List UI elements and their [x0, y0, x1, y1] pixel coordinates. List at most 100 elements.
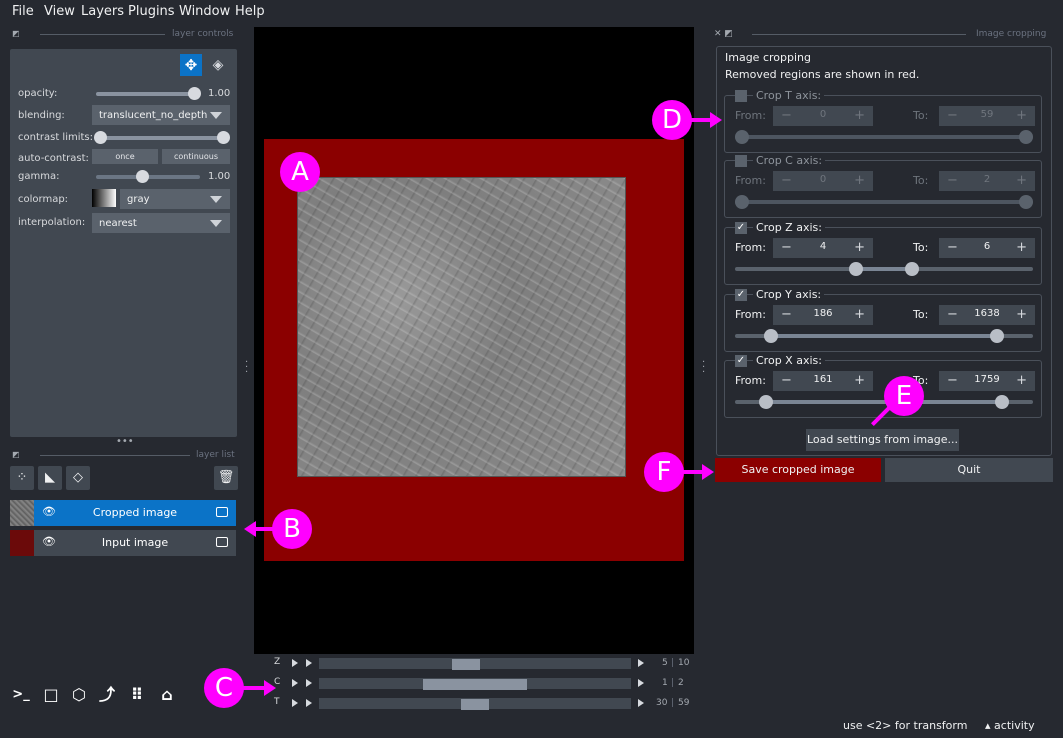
viewer-canvas[interactable] [254, 27, 694, 654]
menu-file[interactable]: File [12, 4, 34, 19]
from-spinbox[interactable]: −186 + [773, 305, 873, 325]
activity-button[interactable]: ▴ activity [985, 719, 1035, 732]
step-forward-icon[interactable] [638, 659, 644, 667]
crop-axis-checkbox[interactable]: ✓ [735, 222, 747, 234]
layer-row-cropped[interactable]: 👁 Cropped image [10, 500, 236, 526]
from-label: From: [735, 109, 766, 122]
new-points-icon[interactable]: ⁘ [10, 466, 34, 490]
range-knob-high[interactable] [990, 329, 1005, 343]
float-icon[interactable]: ◩ [12, 29, 22, 39]
range-knob-high[interactable] [995, 395, 1010, 409]
menu-plugins[interactable]: Plugins [128, 4, 175, 19]
plus-icon[interactable]: + [854, 240, 865, 255]
transform-icon[interactable]: ◈ [207, 54, 229, 76]
dim-thumb[interactable] [451, 659, 480, 670]
delete-layer-icon[interactable]: 🗑 [214, 466, 238, 490]
step-forward-icon[interactable] [638, 699, 644, 707]
step-back-icon[interactable] [306, 679, 312, 687]
step-back-icon[interactable] [306, 659, 312, 667]
interpolation-select[interactable]: nearest [92, 213, 230, 233]
crop-axis-checkbox[interactable]: ✓ [735, 289, 747, 301]
colormap-select[interactable]: gray [120, 189, 230, 209]
pan-zoom-icon[interactable]: ✥ [180, 54, 202, 76]
to-spinbox[interactable]: −6 + [939, 238, 1035, 258]
from-spinbox[interactable]: −0 + [773, 171, 873, 191]
plus-icon[interactable]: + [1016, 307, 1027, 322]
splitter-handle[interactable]: · · · [245, 358, 248, 378]
to-spinbox[interactable]: −1638 + [939, 305, 1035, 325]
transpose-icon[interactable]: ⤴ [96, 684, 118, 706]
annotation-a: A [280, 152, 320, 192]
dim-thumb[interactable] [461, 699, 489, 710]
to-spinbox[interactable]: −1759 + [939, 371, 1035, 391]
menu-help[interactable]: Help [235, 4, 265, 19]
step-back-icon[interactable] [306, 699, 312, 707]
dim-slider-c[interactable]: C 1 | 2 [274, 677, 694, 691]
crop-axis-checkbox[interactable]: ✓ [735, 355, 747, 367]
dim-slider-z[interactable]: Z 5 | 10 [274, 657, 694, 671]
range-knob-low[interactable] [758, 395, 773, 409]
console-icon[interactable]: >_ [10, 684, 32, 706]
range-knob-high[interactable] [1019, 195, 1033, 209]
dim-track[interactable] [319, 678, 631, 690]
contrast-slider[interactable] [98, 136, 224, 140]
menu-view[interactable]: View [44, 4, 75, 19]
range-knob-low[interactable] [735, 195, 749, 209]
dim-slider-t[interactable]: T 30 | 59 [274, 697, 694, 711]
from-spinbox[interactable]: −161 + [773, 371, 873, 391]
roll-icon[interactable]: ⬡ [68, 684, 90, 706]
splitter-handle[interactable]: ••• [116, 436, 134, 447]
range-knob-low[interactable] [735, 130, 749, 144]
plus-icon[interactable]: + [1016, 240, 1027, 255]
play-icon[interactable] [292, 659, 298, 667]
ndisplay-icon[interactable]: □ [40, 684, 62, 706]
to-spinbox[interactable]: −2 + [939, 171, 1035, 191]
crop-axis-checkbox[interactable] [735, 90, 747, 102]
play-icon[interactable] [292, 699, 298, 707]
plus-icon[interactable]: + [854, 108, 865, 123]
menu-layers[interactable]: Layers [81, 4, 124, 19]
opacity-slider[interactable] [96, 92, 200, 96]
float-icon[interactable]: ◩ [12, 450, 20, 459]
range-knob-low[interactable] [763, 329, 778, 343]
new-labels-icon[interactable]: ◇ [66, 466, 90, 490]
from-spinbox[interactable]: −4 + [773, 238, 873, 258]
step-forward-icon[interactable] [638, 679, 644, 687]
from-spinbox[interactable]: −0 + [773, 106, 873, 126]
save-cropped-button[interactable]: Save cropped image [715, 458, 881, 482]
blending-select[interactable]: translucent_no_depth [92, 105, 230, 125]
close-icon[interactable]: ✕ ◩ [714, 29, 733, 39]
load-settings-button[interactable]: Load settings from image... [806, 429, 959, 451]
range-knob-low[interactable] [848, 262, 863, 276]
layer-row-input[interactable]: 👁 Input image [10, 530, 236, 556]
from-label: From: [735, 241, 766, 254]
new-shapes-icon[interactable]: ◣ [38, 466, 62, 490]
contrast-knob-high[interactable] [217, 131, 230, 144]
to-spinbox[interactable]: −59 + [939, 106, 1035, 126]
plus-icon[interactable]: + [854, 173, 865, 188]
continuous-button[interactable]: continuous [162, 149, 230, 164]
crop-axis-checkbox[interactable] [735, 155, 747, 167]
plus-icon[interactable]: + [854, 373, 865, 388]
plus-icon[interactable]: + [854, 307, 865, 322]
annotation-arrow [690, 118, 712, 122]
home-icon[interactable]: ⌂ [156, 684, 178, 706]
menu-window[interactable]: Window [179, 4, 230, 19]
play-icon[interactable] [292, 679, 298, 687]
dim-thumb[interactable] [423, 679, 527, 690]
opacity-knob[interactable] [188, 87, 201, 100]
once-button[interactable]: once [92, 149, 158, 164]
quit-button[interactable]: Quit [885, 458, 1053, 482]
contrast-knob-low[interactable] [94, 131, 107, 144]
grid-icon[interactable]: ⠿ [126, 684, 148, 706]
dim-track[interactable] [319, 658, 631, 670]
range-knob-high[interactable] [1019, 130, 1033, 144]
plus-icon[interactable]: + [1016, 108, 1027, 123]
splitter-handle[interactable]: · · · [702, 358, 705, 378]
plus-icon[interactable]: + [1016, 173, 1027, 188]
gamma-knob[interactable] [136, 170, 149, 183]
plus-icon[interactable]: + [1016, 373, 1027, 388]
dim-track[interactable] [319, 698, 631, 710]
range-knob-high[interactable] [905, 262, 920, 276]
auto-contrast-label: auto-contrast: [18, 153, 89, 164]
